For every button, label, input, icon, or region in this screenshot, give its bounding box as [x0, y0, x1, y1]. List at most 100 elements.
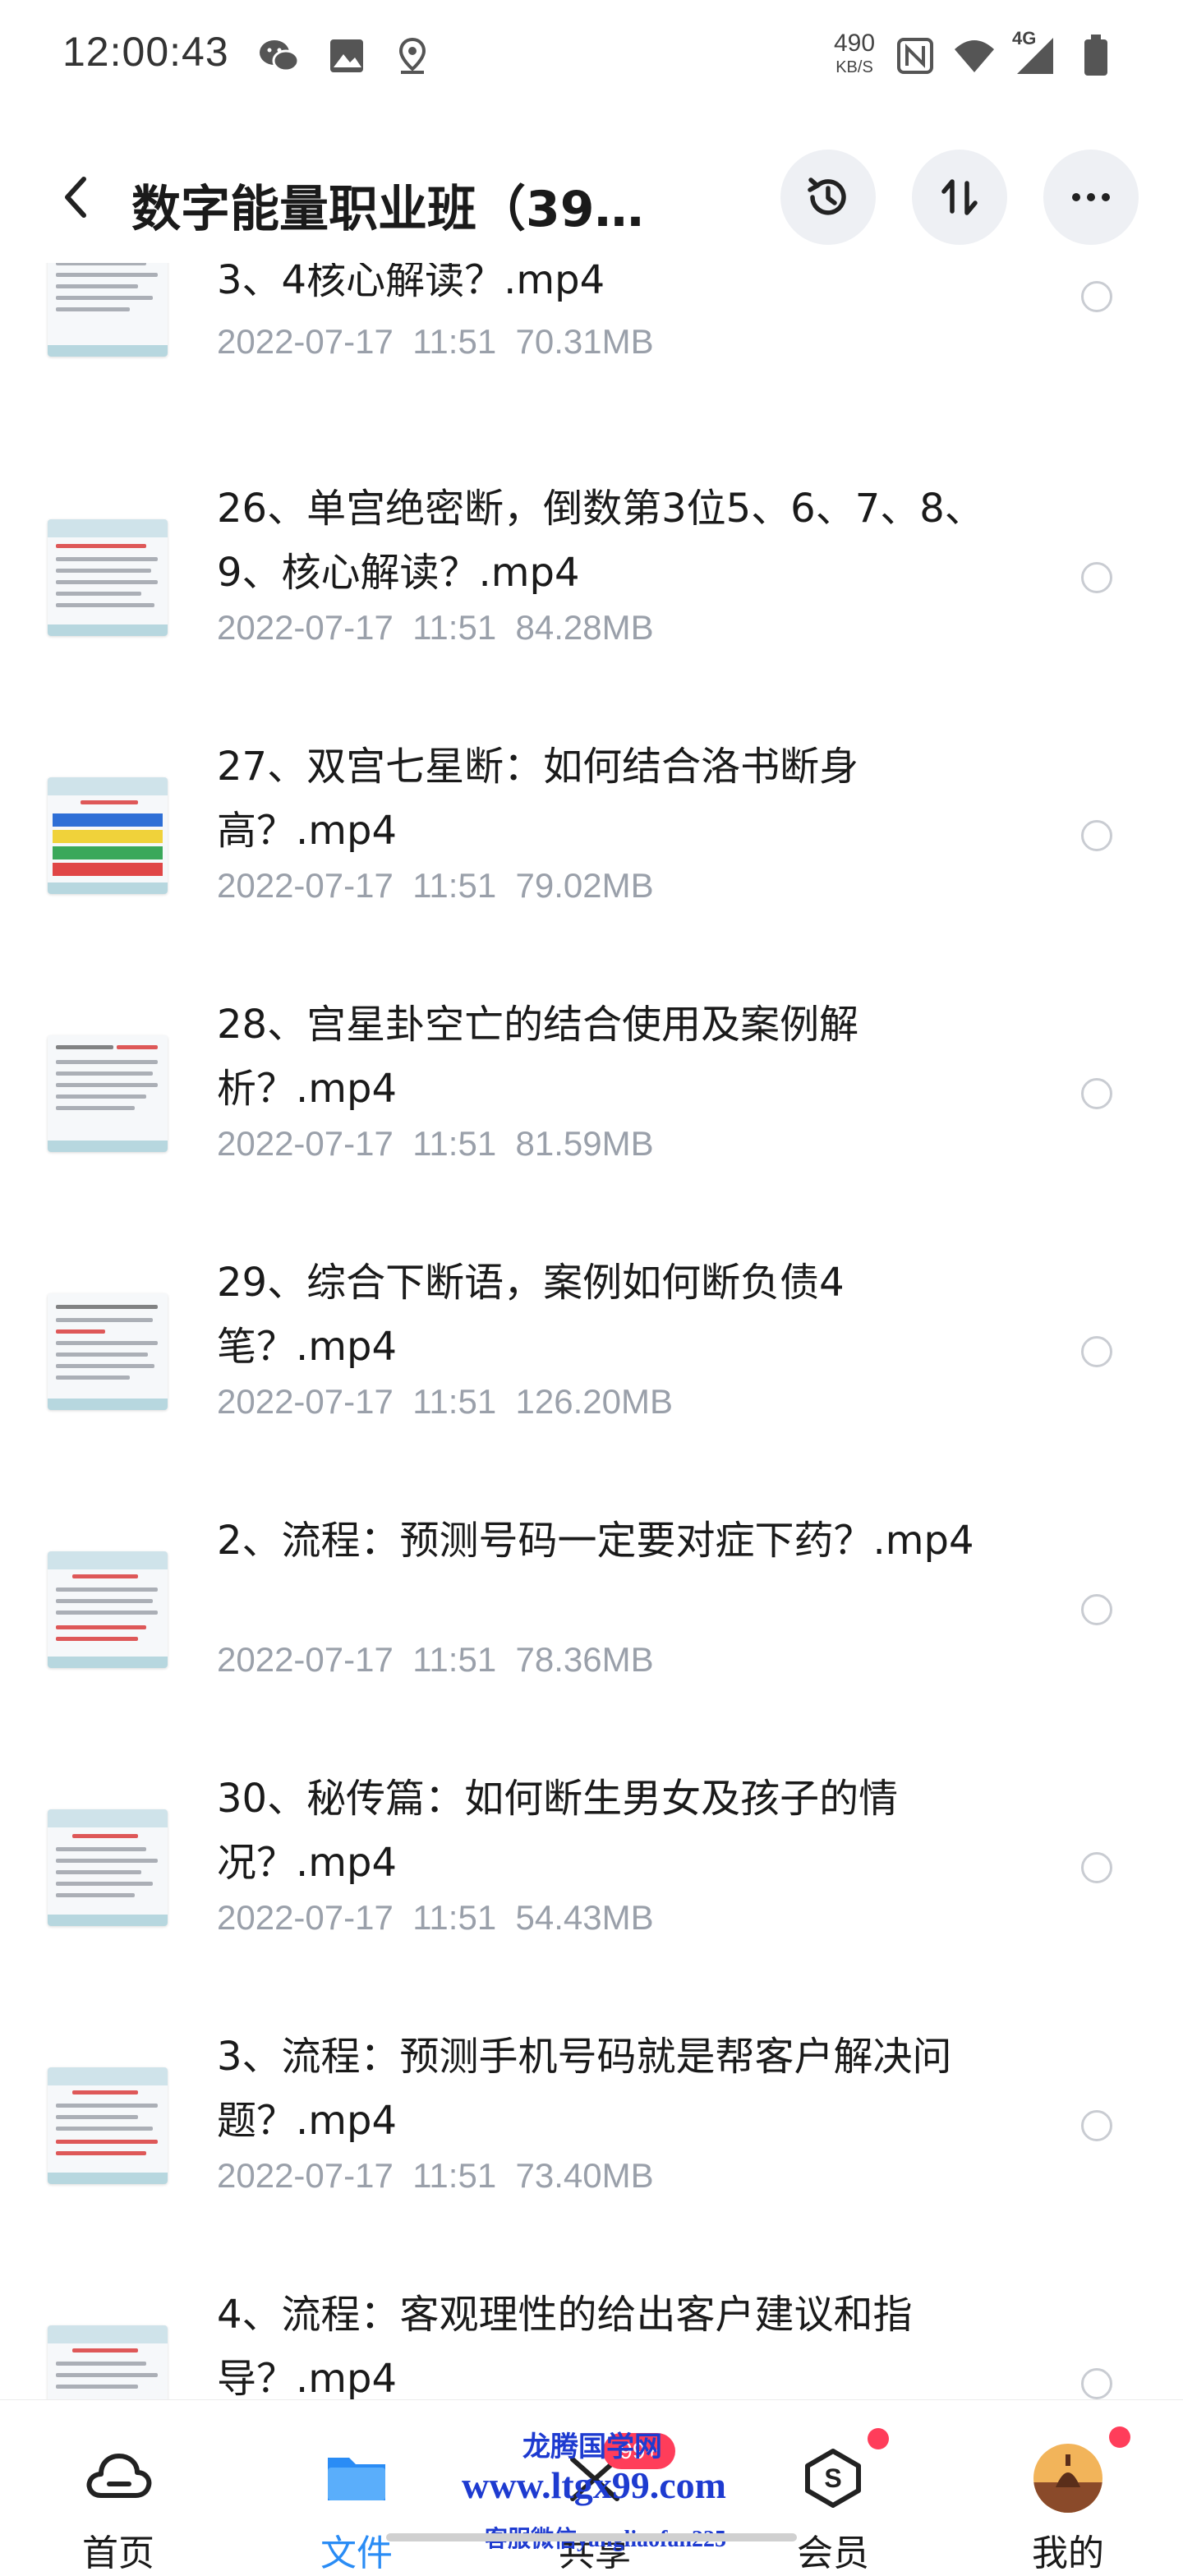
- file-date: 2022-07-17: [217, 1898, 394, 1937]
- file-size: 81.59MB: [515, 1124, 654, 1163]
- file-name: 3、流程：预测手机号码就是帮客户解决问题？.mp4: [217, 2034, 952, 2144]
- file-size: 73.40MB: [515, 2156, 654, 2195]
- watermark-line-1: 龙腾国学网: [522, 2432, 662, 2463]
- file-time: 11:51: [412, 2156, 497, 2195]
- sort-icon: [941, 179, 978, 215]
- page-title: 数字能量职业班（39节...: [131, 181, 690, 238]
- more-button[interactable]: [1043, 150, 1139, 245]
- file-meta: 2022-07-17 11:51 79.02MB: [217, 866, 654, 906]
- file-name: 28、宫星卦空亡的结合使用及案例解析？.mp4: [217, 1002, 859, 1112]
- file-meta: 2022-07-17 11:51 81.59MB: [217, 1124, 654, 1164]
- nav-label: 文件: [320, 2532, 393, 2574]
- file-name: 27、双宫七星断：如何结合洛书断身高？.mp4: [217, 744, 859, 854]
- file-item[interactable]: 28、宫星卦空亡的结合使用及案例解析？.mp4 2022-07-17 11:51…: [0, 976, 1183, 1233]
- select-radio[interactable]: [1081, 1078, 1112, 1109]
- select-radio[interactable]: [1081, 1594, 1112, 1625]
- file-size: 78.36MB: [515, 1640, 654, 1679]
- nav-label: 首页: [82, 2532, 154, 2574]
- file-time: 11:51: [412, 1382, 497, 1421]
- select-radio[interactable]: [1081, 2368, 1112, 2399]
- image-icon: [330, 39, 363, 72]
- select-radio[interactable]: [1081, 281, 1112, 312]
- home-cloud-icon: [86, 2454, 152, 2498]
- file-meta: 2022-07-17 11:51 73.40MB: [217, 2156, 654, 2196]
- net-speed: 490 KB/S: [822, 31, 887, 76]
- file-size: 84.28MB: [515, 608, 654, 647]
- network-type: 4G: [1012, 28, 1037, 48]
- file-meta: 2022-07-17 11:51 54.43MB: [217, 1898, 654, 1938]
- net-speed-unit: KB/S: [835, 58, 873, 76]
- file-size: 126.20MB: [515, 1382, 673, 1421]
- watermark-line-2: www.ltgx99.com: [462, 2464, 726, 2506]
- status-bar: 12:00:43 490 KB/S 4G: [0, 0, 1183, 107]
- file-meta: 2022-07-17 11:51 126.20MB: [217, 1382, 673, 1422]
- file-date: 2022-07-17: [217, 322, 394, 361]
- video-thumbnail: [48, 1551, 168, 1668]
- select-radio[interactable]: [1081, 1852, 1112, 1883]
- file-time: 11:51: [412, 866, 497, 905]
- nav-home[interactable]: 首页: [36, 2400, 200, 2574]
- file-date: 2022-07-17: [217, 1124, 394, 1163]
- file-name: 3、4核心解读？.mp4: [217, 263, 605, 303]
- file-size: 79.02MB: [515, 866, 654, 905]
- file-item[interactable]: 3、流程：预测手机号码就是帮客户解决问题？.mp4 2022-07-17 11:…: [0, 2008, 1183, 2265]
- file-name: 26、单宫绝密断，倒数第3位5、6、7、8、9、核心解读？.mp4: [217, 486, 984, 596]
- location-icon: [398, 37, 426, 74]
- vip-icon: S: [805, 2449, 861, 2508]
- select-radio[interactable]: [1081, 1336, 1112, 1367]
- folder-icon: [328, 2458, 385, 2500]
- file-date: 2022-07-17: [217, 1382, 394, 1421]
- file-time: 11:51: [412, 322, 497, 361]
- file-size: 70.31MB: [515, 322, 654, 361]
- battery-icon: [1084, 35, 1107, 76]
- nfc-icon: [897, 38, 933, 74]
- nav-me[interactable]: 我的: [986, 2400, 1150, 2574]
- wifi-icon: [955, 40, 994, 72]
- select-radio[interactable]: [1081, 562, 1112, 593]
- video-thumbnail: [48, 263, 168, 357]
- file-item[interactable]: 26、单宫绝密断，倒数第3位5、6、7、8、9、核心解读？.mp4 2022-0…: [0, 460, 1183, 717]
- video-thumbnail: [48, 519, 168, 636]
- vip-dot-badge: [868, 2428, 889, 2449]
- video-thumbnail: [48, 1293, 168, 1410]
- file-time: 11:51: [412, 608, 497, 647]
- video-thumbnail: [48, 777, 168, 894]
- file-name: 4、流程：客观理性的给出客户建议和指导？.mp4: [217, 2292, 913, 2399]
- file-name: 30、秘传篇：如何断生男女及孩子的情况？.mp4: [217, 1776, 899, 1886]
- svg-text:S: S: [824, 2463, 841, 2493]
- net-speed-value: 490: [833, 30, 876, 57]
- sort-button[interactable]: [912, 150, 1007, 245]
- home-indicator: [386, 2533, 797, 2541]
- nav-label: 我的: [1032, 2532, 1104, 2574]
- select-radio[interactable]: [1081, 2110, 1112, 2141]
- history-button[interactable]: [780, 150, 876, 245]
- me-dot-badge: [1109, 2426, 1130, 2448]
- video-thumbnail: [48, 2067, 168, 2184]
- avatar: [1033, 2444, 1102, 2513]
- video-thumbnail: [48, 1035, 168, 1152]
- file-item[interactable]: 2、流程：预测号码一定要对症下药？.mp4 2022-07-17 11:51 7…: [0, 1492, 1183, 1749]
- file-item[interactable]: 29、综合下断语，案例如何断负债4笔？.mp4 2022-07-17 11:51…: [0, 1234, 1183, 1491]
- file-item[interactable]: 4、流程：客观理性的给出客户建议和指导？.mp4: [0, 2266, 1183, 2399]
- file-meta: 2022-07-17 11:51 84.28MB: [217, 608, 654, 647]
- file-item[interactable]: 27、双宫七星断：如何结合洛书断身高？.mp4 2022-07-17 11:51…: [0, 718, 1183, 975]
- file-time: 11:51: [412, 1898, 497, 1937]
- file-time: 11:51: [412, 1124, 497, 1163]
- header: 数字能量职业班（39节...: [0, 131, 1183, 263]
- file-item[interactable]: 30、秘传篇：如何断生男女及孩子的情况？.mp4 2022-07-17 11:5…: [0, 1750, 1183, 2007]
- file-name: 2、流程：预测号码一定要对症下药？.mp4: [217, 1518, 974, 1564]
- wechat-icon: [260, 40, 300, 72]
- video-thumbnail: [48, 1809, 168, 1926]
- more-icon: [1072, 193, 1110, 201]
- video-thumbnail: [48, 2325, 168, 2399]
- nav-label: 会员: [797, 2532, 869, 2574]
- back-arrow-icon: [65, 177, 86, 218]
- file-size: 54.43MB: [515, 1898, 654, 1937]
- back-button[interactable]: [43, 164, 108, 230]
- file-name: 29、综合下断语，案例如何断负债4笔？.mp4: [217, 1260, 845, 1370]
- file-date: 2022-07-17: [217, 1640, 394, 1679]
- file-meta: 2022-07-17 11:51 78.36MB: [217, 1640, 654, 1680]
- select-radio[interactable]: [1081, 820, 1112, 851]
- file-time: 11:51: [412, 1640, 497, 1679]
- file-list: 3、4核心解读？.mp4 2022-07-17 11:51 70.31MB 26…: [0, 263, 1183, 2399]
